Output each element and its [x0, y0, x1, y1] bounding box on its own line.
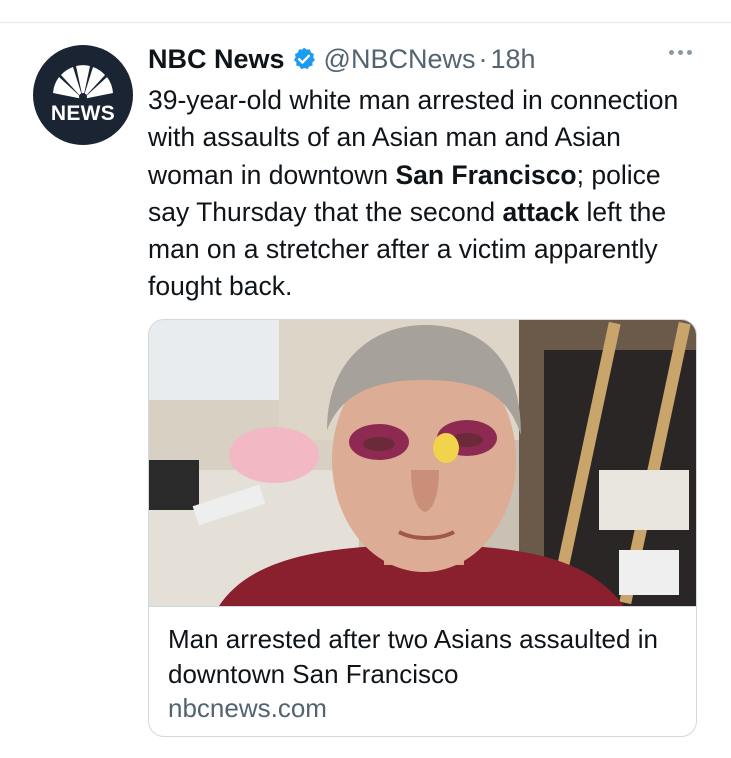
tweet-page: NEWS NBC News @NBCNews · 18h 39-year-old… — [0, 0, 731, 758]
retweet-icon[interactable] — [308, 748, 338, 758]
top-divider — [0, 22, 731, 23]
tweet-header: NBC News @NBCNews · 18h — [148, 42, 536, 76]
more-dot — [678, 50, 683, 55]
more-dot — [687, 50, 692, 55]
tweet-text: 39-year-old white man arrested in connec… — [148, 82, 708, 306]
avatar-label: NEWS — [50, 102, 116, 125]
author-handle[interactable]: @NBCNews — [324, 44, 476, 75]
more-dot — [669, 50, 674, 55]
tweet-actions — [148, 748, 697, 758]
verified-badge-icon — [291, 46, 317, 72]
share-icon[interactable] — [627, 748, 657, 758]
card-divider — [149, 606, 696, 607]
avatar[interactable]: NEWS — [33, 45, 133, 145]
reply-icon[interactable] — [148, 748, 178, 758]
tweet-text-bold-location: San Francisco — [395, 159, 577, 190]
more-options-icon[interactable] — [669, 50, 692, 55]
header-separator: · — [478, 43, 488, 74]
nbc-peacock-logo — [53, 65, 113, 101]
tweet-timestamp[interactable]: 18h — [490, 44, 535, 75]
link-card[interactable]: Man arrested after two Asians assaulted … — [148, 319, 697, 737]
tweet-text-bold-keyword: attack — [502, 196, 580, 227]
card-photo — [149, 320, 696, 606]
card-title: Man arrested after two Asians assaulted … — [168, 624, 658, 689]
card-domain: nbcnews.com — [168, 693, 327, 723]
author-name[interactable]: NBC News — [148, 44, 285, 75]
like-icon[interactable] — [467, 748, 497, 758]
